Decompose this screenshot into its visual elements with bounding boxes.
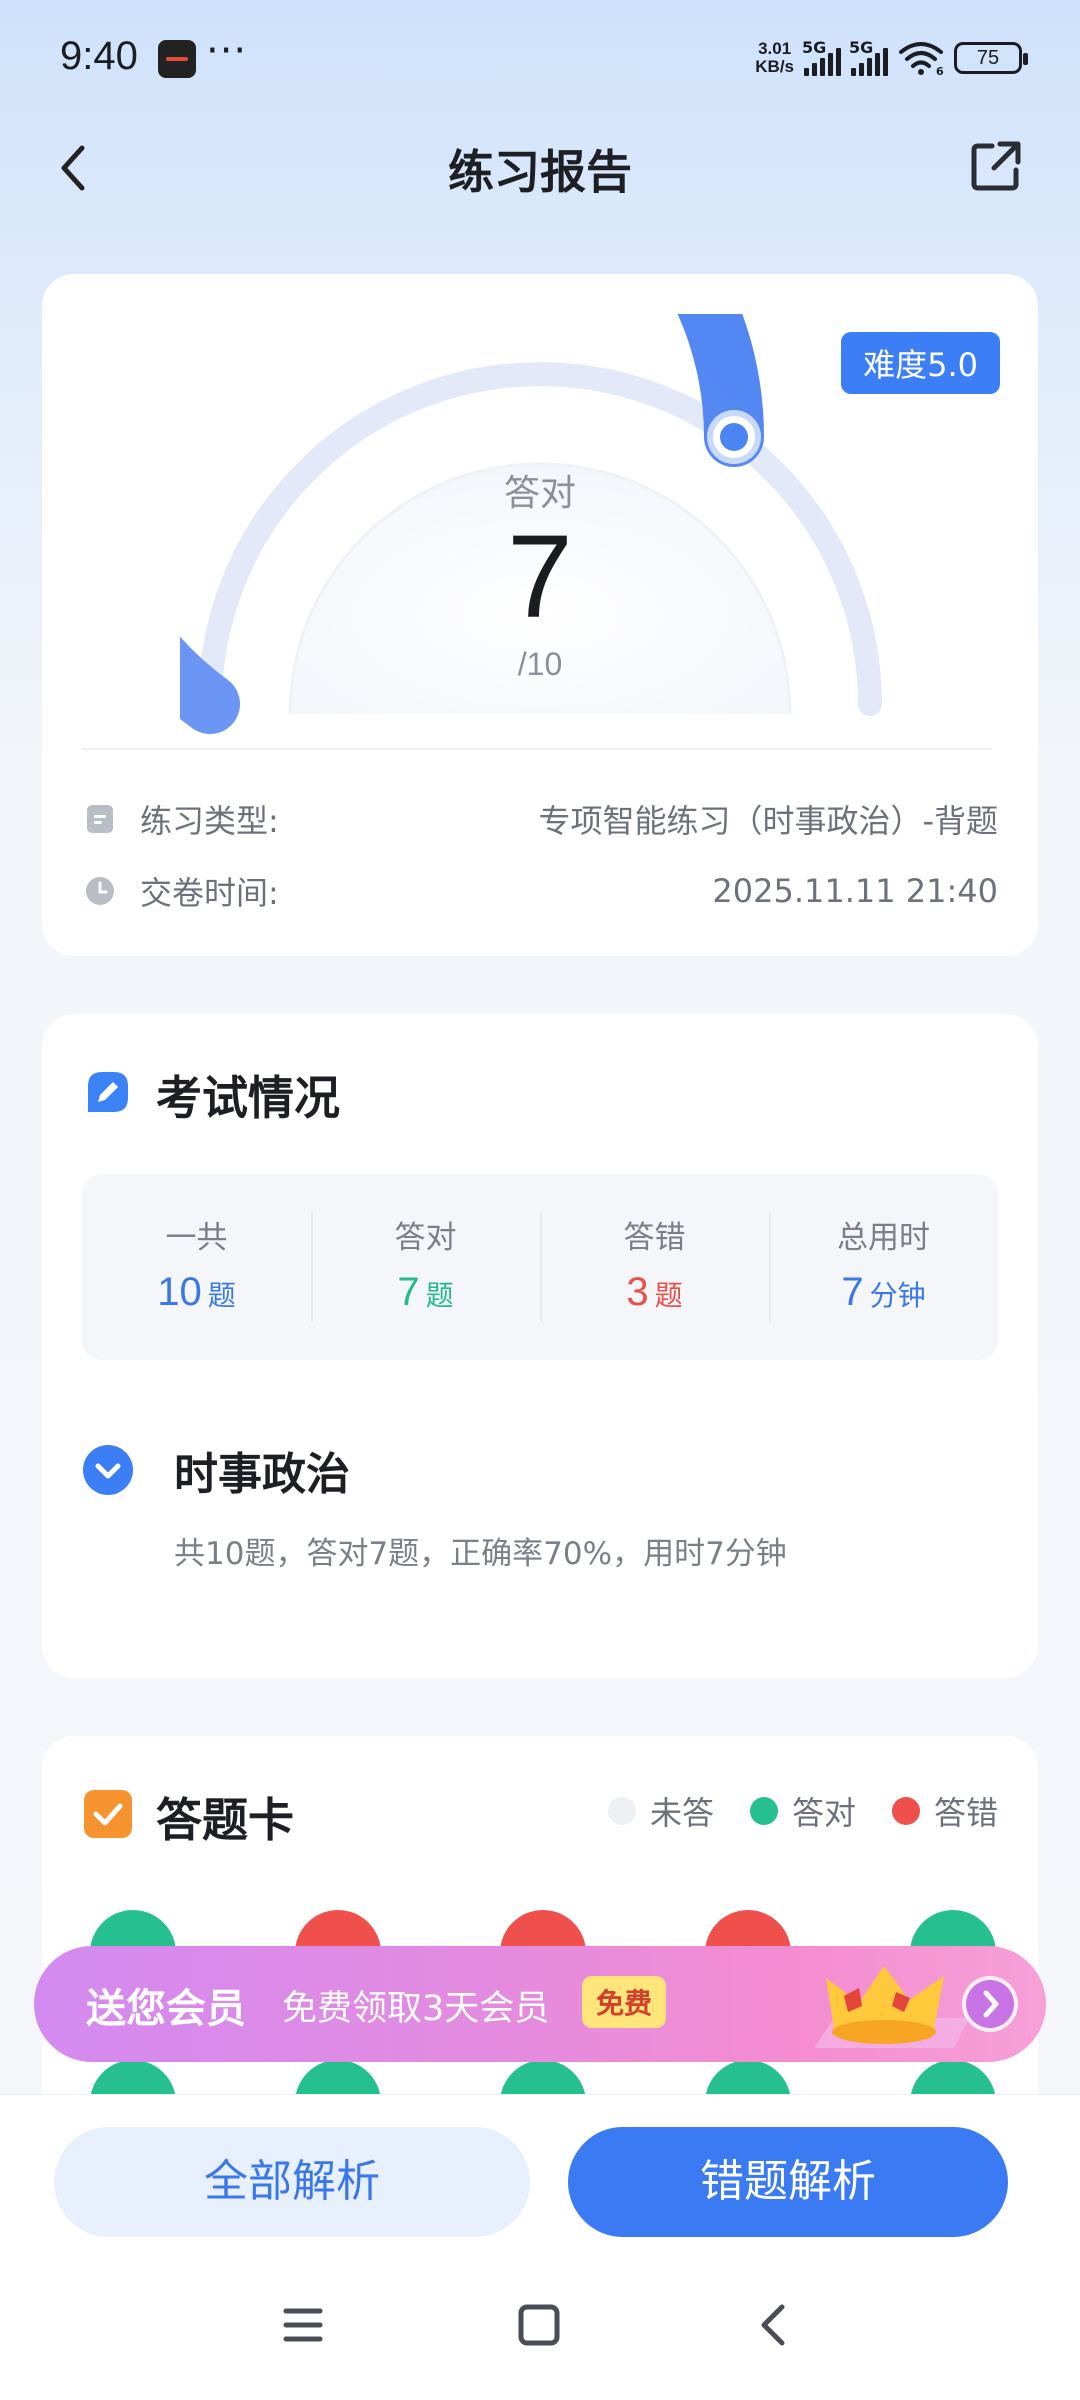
chevron-down-icon[interactable] bbox=[82, 1444, 134, 1496]
status-time: 9:40 bbox=[60, 34, 138, 78]
share-external-icon[interactable] bbox=[966, 136, 1026, 196]
network-speed-unit: KB/s bbox=[755, 57, 794, 76]
home-icon[interactable] bbox=[517, 2301, 561, 2349]
stat-correct: 答对 7题 bbox=[311, 1212, 540, 1322]
legend-unanswered: 未答 bbox=[607, 1788, 714, 1834]
practice-type-label: 练习类型: bbox=[140, 802, 279, 840]
bottom-bar: 全部解析 错题解析 bbox=[0, 2094, 1080, 2400]
recorder-app-icon bbox=[158, 40, 196, 78]
correct-value: 7 bbox=[507, 511, 573, 643]
subject-title[interactable]: 时事政治 bbox=[174, 1438, 350, 1502]
page-title: 练习报告 bbox=[448, 145, 632, 199]
status-bar: 9:40 ··· 3.01 KB/s 5G 5G 6 75 bbox=[0, 0, 1080, 120]
practice-type-value: 专项智能练习（时事政治）-背题 bbox=[538, 802, 998, 840]
divider bbox=[82, 748, 992, 750]
exam-title: 考试情况 bbox=[156, 1071, 340, 1125]
signal-icon-2: 5G bbox=[849, 38, 888, 76]
stat-correct-value: 7题 bbox=[397, 1270, 454, 1314]
status-more: ··· bbox=[206, 28, 248, 74]
status-right: 3.01 KB/s 5G 5G 6 75 bbox=[755, 36, 1028, 80]
checkbox-icon bbox=[84, 1790, 132, 1838]
legend-correct: 答对 bbox=[749, 1788, 856, 1834]
battery-icon: 75 bbox=[954, 42, 1028, 74]
promo-main: 送您会员 bbox=[86, 1986, 246, 2032]
nav-bar: 练习报告 bbox=[0, 120, 1080, 210]
wifi-sub: 6 bbox=[936, 65, 944, 76]
all-analysis-button[interactable]: 全部解析 bbox=[54, 2127, 530, 2237]
stat-total-value: 10 题 bbox=[157, 1270, 236, 1314]
stat-time-value: 7 分钟 bbox=[841, 1270, 926, 1314]
crown-icon bbox=[814, 1966, 969, 2048]
clock-icon bbox=[86, 877, 114, 905]
legend: 未答 答对 答错 bbox=[590, 1788, 998, 1834]
stat-time-label: 总用时 bbox=[837, 1220, 930, 1256]
pencil-icon bbox=[88, 1072, 128, 1112]
menu-icon[interactable] bbox=[282, 2301, 324, 2349]
promo-badge: 免费 bbox=[582, 1976, 667, 2028]
stat-correct-label: 答对 bbox=[394, 1220, 457, 1256]
network-speed-value: 3.01 bbox=[758, 39, 792, 58]
promo-sub: 免费领取3天会员 bbox=[282, 1989, 550, 2029]
promo-banner[interactable]: 送您会员 免费领取3天会员 免费 bbox=[34, 1946, 1046, 2062]
answer-card-title: 答题卡 bbox=[156, 1793, 294, 1847]
stats-panel: 一共 10 题 答对 7题 答错 3题 总用时 7 分钟 bbox=[82, 1174, 998, 1360]
network-speed: 3.01 KB/s bbox=[755, 40, 794, 76]
stat-total: 一共 10 题 bbox=[82, 1212, 311, 1322]
network-type-2: 5G bbox=[849, 38, 874, 57]
exam-summary-card: 考试情况 一共 10 题 答对 7题 答错 3题 总用时 7 分钟 时事政治 共10… bbox=[42, 1014, 1038, 1678]
stat-wrong: 答错 3题 bbox=[540, 1212, 769, 1322]
stat-wrong-label: 答错 bbox=[623, 1220, 686, 1256]
chevron-right-icon[interactable] bbox=[962, 1976, 1018, 2032]
answer-card: 答题卡 未答 答对 答错 bbox=[42, 1736, 1038, 2146]
stat-time: 总用时 7 分钟 bbox=[769, 1212, 998, 1322]
submit-time-row: 交卷时间: 2025.11.11 21:40 bbox=[84, 866, 998, 916]
submit-time-label: 交卷时间: bbox=[140, 874, 279, 912]
network-type-1: 5G bbox=[802, 38, 827, 57]
total-label: /10 bbox=[517, 646, 563, 682]
submit-time-value: 2025.11.11 21:40 bbox=[712, 872, 998, 910]
document-icon bbox=[87, 805, 113, 833]
practice-type-row: 练习类型: 专项智能练习（时事政治）-背题 bbox=[84, 794, 998, 844]
back-icon[interactable] bbox=[754, 2301, 794, 2349]
stat-total-label: 一共 bbox=[165, 1220, 228, 1256]
wrong-analysis-button[interactable]: 错题解析 bbox=[568, 2127, 1008, 2237]
signal-icon: 5G bbox=[802, 38, 841, 76]
system-nav bbox=[0, 2283, 1080, 2373]
subject-desc: 共10题，答对7题，正确率70%，用时7分钟 bbox=[174, 1536, 787, 1572]
correct-label: 答对 bbox=[503, 473, 576, 514]
score-card: 难度5.0 答对 7 /10 练习类型: 专项智能练习（时事政治）-背题 交卷时… bbox=[42, 274, 1038, 956]
wifi-icon: 6 bbox=[899, 42, 944, 76]
legend-wrong: 答错 bbox=[891, 1788, 998, 1834]
stat-wrong-value: 3题 bbox=[626, 1270, 683, 1314]
